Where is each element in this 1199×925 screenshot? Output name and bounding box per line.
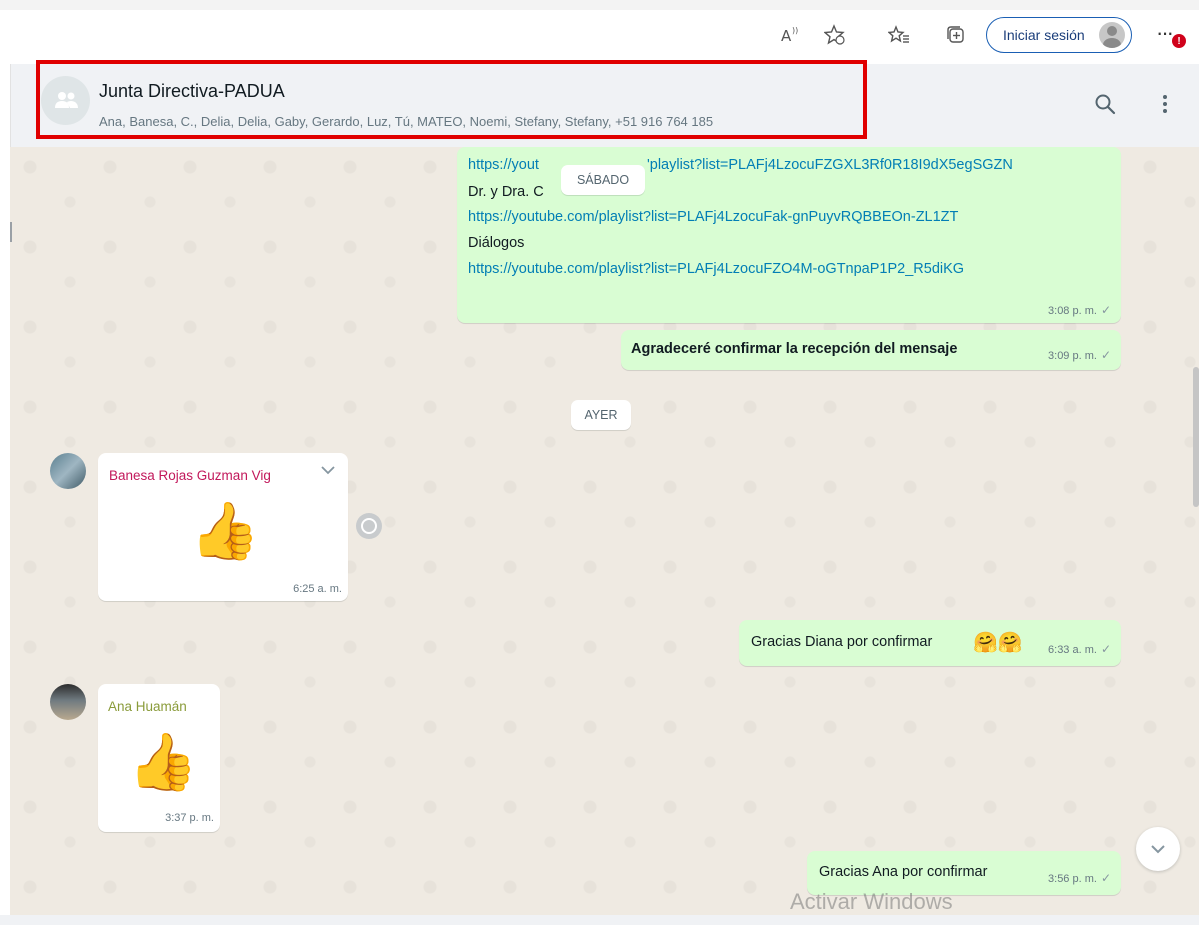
- date-separator-sabado: SÁBADO: [561, 165, 645, 195]
- message-link-line[interactable]: https://youtube.com/playlist?list=PLAFj4…: [468, 261, 964, 277]
- svg-text:A: A: [781, 27, 792, 45]
- read-aloud-icon[interactable]: A)): [778, 22, 804, 48]
- browser-toolbar: A)) Iniciar sesión ··· !: [0, 0, 1199, 64]
- sender-name[interactable]: Banesa Rojas Guzman Vig: [109, 468, 309, 483]
- sender-name[interactable]: Ana Huamán: [108, 699, 187, 714]
- message-text: Gracias Diana por confirmar: [751, 634, 933, 650]
- sender-avatar-ana[interactable]: [50, 684, 86, 720]
- emoji-reaction-icon[interactable]: [356, 513, 382, 539]
- message-text: Agradeceré confirmar la recepción del me…: [631, 341, 958, 357]
- more-icon[interactable]: ···: [1156, 20, 1174, 46]
- message-time: 3:56 p. m. ✓: [1048, 871, 1111, 885]
- message-time: 6:33 a. m. ✓: [1048, 642, 1111, 656]
- collections-icon[interactable]: [943, 22, 969, 48]
- message-time: 6:25 a. m.: [293, 583, 342, 595]
- scroll-to-bottom-button[interactable]: [1136, 827, 1180, 871]
- add-favorite-icon[interactable]: [822, 22, 848, 48]
- chevron-down-icon[interactable]: [320, 463, 336, 479]
- message-bubble-ana[interactable]: Ana Huamán 👍 3:37 p. m.: [98, 684, 220, 832]
- sent-check-icon: ✓: [1100, 348, 1111, 362]
- browser-top-strip: [0, 0, 1199, 10]
- message-time: 3:37 p. m.: [165, 812, 214, 824]
- signin-label: Iniciar sesión: [1003, 27, 1085, 43]
- message-link-line[interactable]: https://youtube.com/playlist?list=PLAFj4…: [468, 209, 958, 225]
- message-bubble-confirm-request[interactable]: Agradeceré confirmar la recepción del me…: [621, 330, 1121, 370]
- bottom-strip: [0, 915, 1199, 925]
- sender-avatar-banesa[interactable]: [50, 453, 86, 489]
- thumbs-up-emoji: 👍: [128, 730, 198, 793]
- highlight-annotation: [36, 60, 867, 139]
- notification-badge: !: [1172, 34, 1186, 48]
- message-text-line: Dr. y Dra. C: [468, 184, 544, 200]
- thumbs-up-emoji: 👍: [190, 499, 260, 562]
- message-bubble-thanks-diana[interactable]: Gracias Diana por confirmar 🤗🤗 6:33 a. m…: [739, 620, 1121, 666]
- message-bubble-banesa[interactable]: Banesa Rojas Guzman Vig 👍 6:25 a. m.: [98, 453, 348, 601]
- chevron-down-icon: [1151, 845, 1165, 854]
- left-edge-mark: [10, 222, 12, 242]
- message-text-line: Diálogos: [468, 235, 525, 251]
- svg-text:)): )): [792, 26, 798, 35]
- windows-activation-watermark: Activar Windows: [790, 889, 953, 914]
- message-time: 3:08 p. m. ✓: [1048, 303, 1111, 317]
- sent-check-icon: ✓: [1100, 871, 1111, 885]
- message-link-line[interactable]: https://yout: [468, 157, 539, 173]
- scrollbar[interactable]: [1193, 367, 1199, 507]
- profile-avatar-icon: [1099, 22, 1125, 48]
- favorites-icon[interactable]: [886, 22, 912, 48]
- message-text: Gracias Ana por confirmar: [819, 864, 988, 880]
- message-bubble-links[interactable]: https://yout 'playlist?list=PLAFj4LzocuF…: [457, 147, 1121, 323]
- message-list[interactable]: https://yout 'playlist?list=PLAFj4LzocuF…: [10, 147, 1199, 915]
- signin-button[interactable]: Iniciar sesión: [986, 17, 1132, 53]
- sent-check-icon: ✓: [1100, 642, 1111, 656]
- sent-check-icon: ✓: [1100, 303, 1111, 317]
- message-time: 3:09 p. m. ✓: [1048, 348, 1111, 362]
- message-link-line[interactable]: 'playlist?list=PLAFj4LzocuFZGXL3Rf0R18I9…: [647, 157, 1013, 173]
- date-separator-ayer: AYER: [571, 400, 631, 430]
- menu-icon[interactable]: [1153, 86, 1177, 122]
- hugging-face-emoji: 🤗🤗: [973, 632, 1023, 654]
- search-icon[interactable]: [1087, 86, 1123, 122]
